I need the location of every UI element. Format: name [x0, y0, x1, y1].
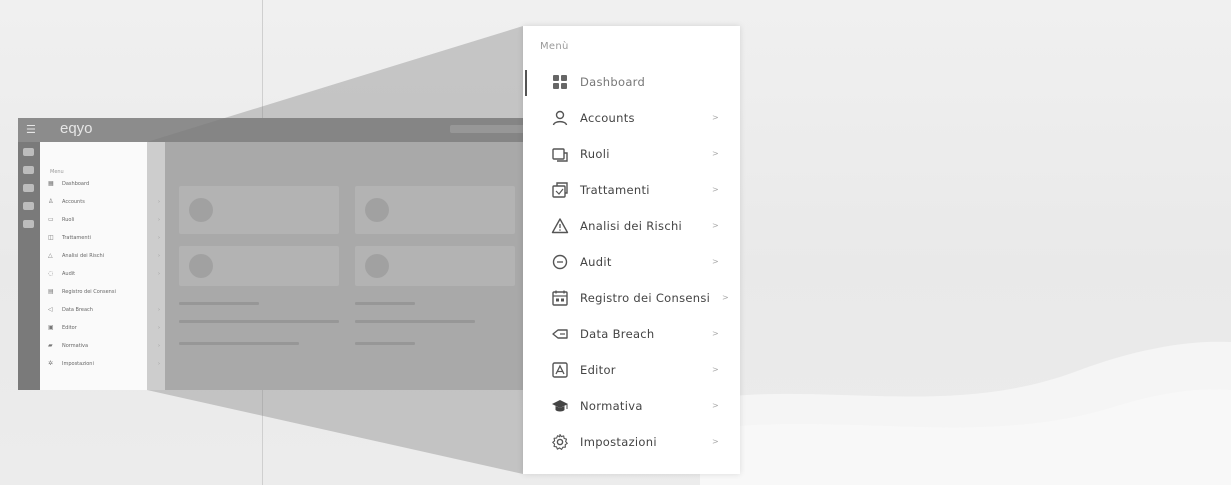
menu-item-impostazioni[interactable]: Impostazioni > — [523, 428, 740, 458]
dashboard-icon — [553, 75, 567, 89]
menu-item-label: Audit — [580, 255, 612, 269]
menu-item-editor[interactable]: Editor > — [523, 356, 740, 386]
chevron-right-icon: > — [712, 365, 719, 374]
menu-item-normativa[interactable]: Normativa > — [523, 392, 740, 422]
menu-item-trattamenti[interactable]: Trattamenti > — [523, 176, 740, 206]
graduation-cap-icon — [552, 400, 568, 412]
menu-title: Menù — [540, 41, 569, 52]
menu-item-label: Normativa — [580, 399, 643, 413]
menu-item-label: Registro dei Consensi — [580, 291, 711, 305]
menu-item-audit[interactable]: Audit > — [523, 248, 740, 278]
chevron-right-icon: > — [712, 257, 719, 266]
register-icon — [552, 290, 568, 306]
menu-item-label: Analisi dei Rischi — [580, 219, 683, 233]
chevron-right-icon: > — [712, 185, 719, 194]
breach-icon — [552, 329, 568, 339]
chevron-right-icon: > — [712, 221, 719, 230]
editor-icon — [552, 362, 568, 378]
menu-item-ruoli[interactable]: Ruoli > — [523, 140, 740, 170]
menu-item-label: Data Breach — [580, 327, 655, 341]
zoomed-menu-panel: Menù Dashboard Accounts > Ruoli > Tratta… — [523, 26, 740, 474]
menu-item-label: Dashboard — [580, 75, 646, 89]
chevron-right-icon: > — [712, 437, 719, 446]
menu-item-label: Editor — [580, 363, 616, 377]
menu-item-data-breach[interactable]: Data Breach > — [523, 320, 740, 350]
user-icon — [552, 110, 568, 126]
chevron-right-icon: > — [712, 401, 719, 410]
chevron-right-icon: > — [712, 149, 719, 158]
chevron-right-icon: > — [722, 293, 729, 302]
treatments-icon — [552, 182, 568, 198]
menu-item-registro-dei-consensi[interactable]: Registro dei Consensi > — [523, 284, 740, 314]
chevron-right-icon: > — [712, 329, 719, 338]
audit-icon — [552, 254, 568, 270]
menu-item-label: Ruoli — [580, 147, 610, 161]
menu-item-label: Accounts — [580, 111, 635, 125]
chevron-right-icon: > — [712, 113, 719, 122]
menu-item-label: Impostazioni — [580, 435, 657, 449]
roles-icon — [552, 148, 568, 162]
menu-item-label: Trattamenti — [580, 183, 650, 197]
menu-item-dashboard[interactable]: Dashboard — [523, 68, 740, 98]
warning-icon — [551, 218, 569, 234]
menu-item-analisi-dei-rischi[interactable]: Analisi dei Rischi > — [523, 212, 740, 242]
gear-icon — [552, 433, 568, 450]
menu-item-accounts[interactable]: Accounts > — [523, 104, 740, 134]
